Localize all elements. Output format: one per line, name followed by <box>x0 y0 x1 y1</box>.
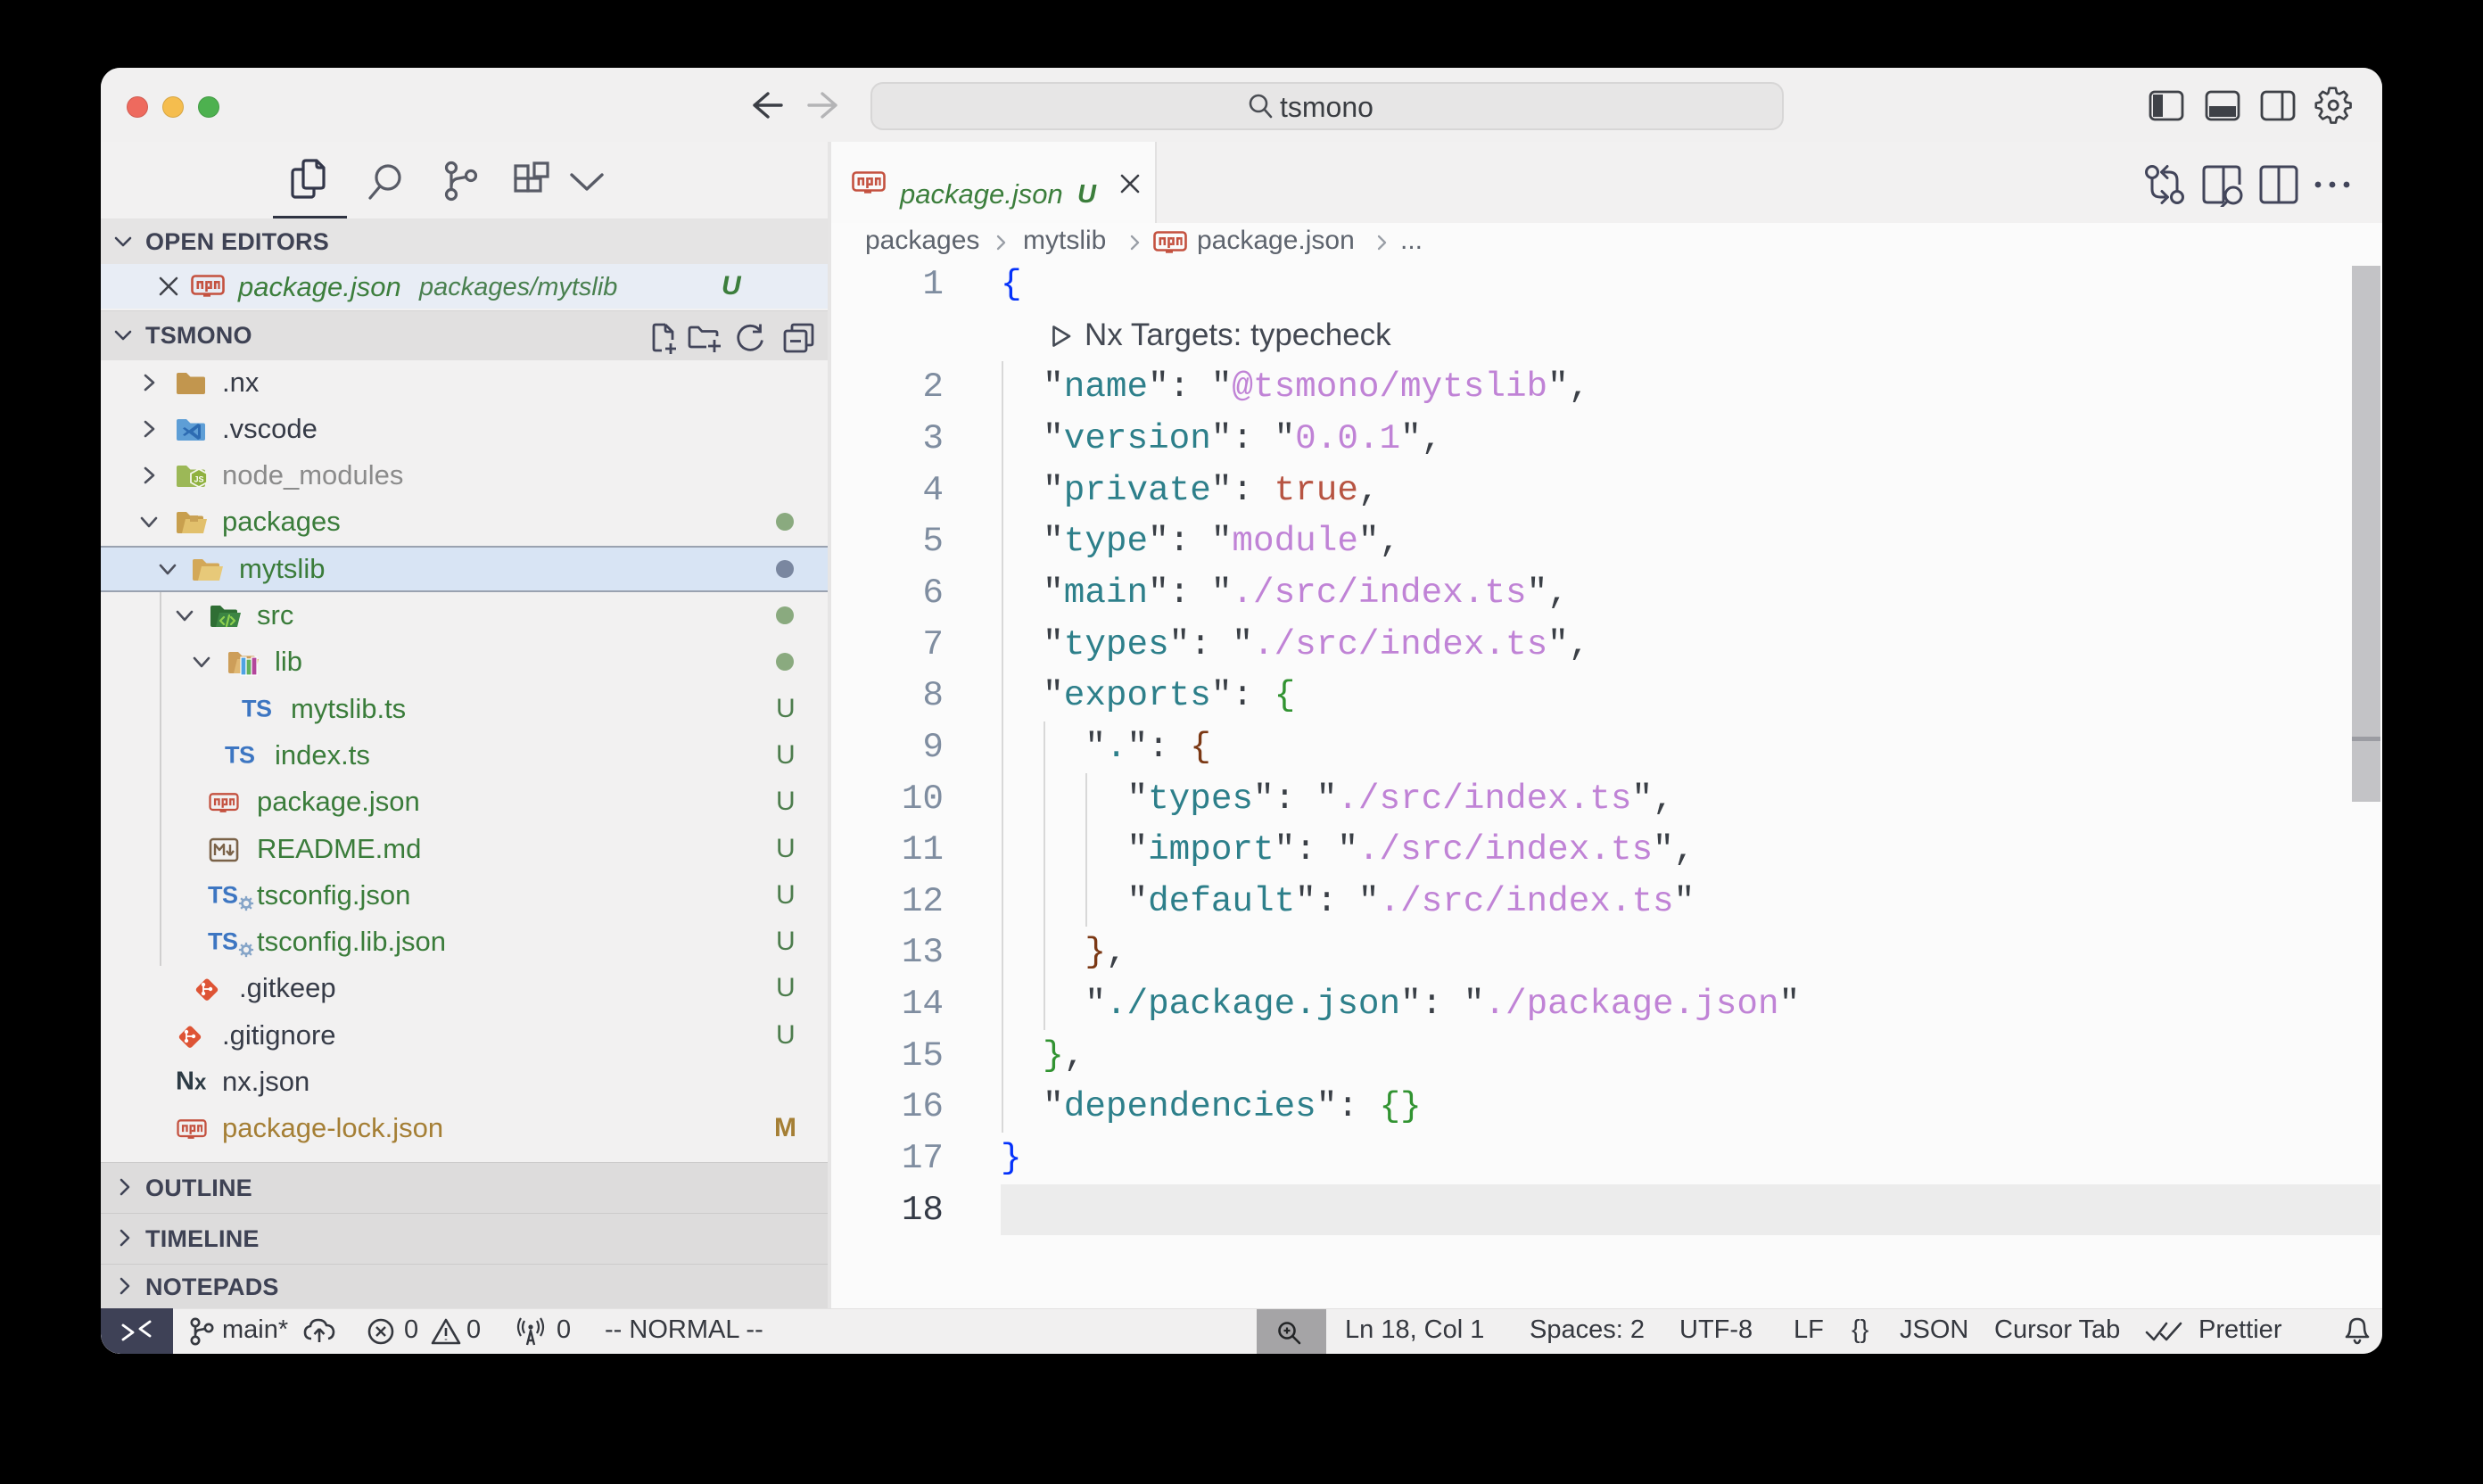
svg-text:JS: JS <box>194 475 203 484</box>
